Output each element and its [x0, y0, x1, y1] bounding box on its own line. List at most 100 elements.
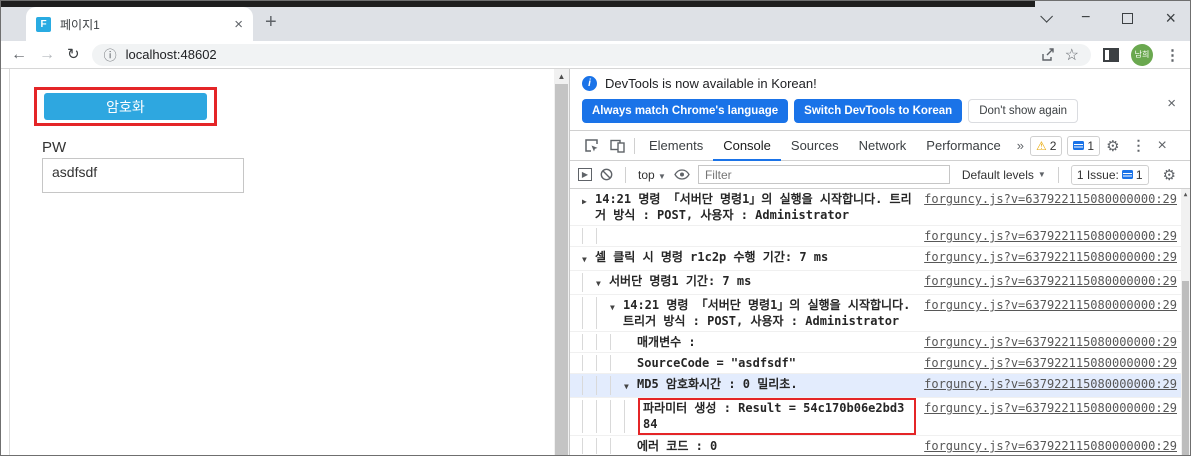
console-scrollbar-thumb[interactable]	[1182, 281, 1189, 455]
source-link[interactable]: forguncy.js?v=637922115080000000:29	[924, 228, 1177, 244]
issues-chip[interactable]: 1 Issue: 1	[1071, 165, 1149, 185]
source-link[interactable]: forguncy.js?v=637922115080000000:29	[924, 334, 1177, 350]
inspect-element-icon[interactable]	[578, 138, 604, 153]
console-row-highlighted: ▼ MD5 암호화시간 : 0 밀리초. forguncy.js?v=63792…	[570, 374, 1181, 398]
source-link[interactable]: forguncy.js?v=637922115080000000:29	[924, 297, 1177, 313]
warnings-badge[interactable]: ⚠ 2	[1030, 136, 1062, 156]
disclosure-icon[interactable]: ▼	[624, 376, 637, 395]
console-scrollbar[interactable]: ▲	[1181, 189, 1190, 455]
log-message: 파라미터 생성 : Result = 54c170b06e2bd384	[638, 400, 924, 433]
messages-badge[interactable]: 1	[1067, 136, 1100, 156]
divider	[634, 138, 635, 154]
source-link[interactable]: forguncy.js?v=637922115080000000:29	[924, 438, 1177, 454]
match-language-button[interactable]: Always match Chrome's language	[582, 99, 788, 123]
encrypt-button[interactable]: 암호화	[44, 93, 207, 120]
devtools-close-icon[interactable]: ×	[1152, 137, 1173, 155]
more-tabs-icon[interactable]: »	[1011, 138, 1030, 153]
address-bar[interactable]: ⓘ localhost:48602 ☆	[92, 44, 1091, 66]
devtools-language-notification: i DevTools is now available in Korean! A…	[570, 69, 1190, 131]
log-message: 서버단 명령1 기간: 7 ms	[609, 273, 924, 289]
tab-sources[interactable]: Sources	[781, 131, 849, 161]
devtools-menu-icon[interactable]: ⋮	[1126, 137, 1152, 154]
disclosure-icon[interactable]: ▶	[582, 191, 595, 210]
log-message: 셀 클릭 시 명령 r1c2p 수행 기간: 7 ms	[595, 249, 924, 265]
warning-icon: ⚠	[1036, 139, 1047, 153]
console-row: 매개변수 : forguncy.js?v=637922115080000000:…	[570, 332, 1181, 353]
page-content: 암호화 PW	[1, 69, 554, 455]
console-row: ▼ 14:21 명령 「서버단 명령1」의 실행을 시작합니다. 트리거 방식 …	[570, 295, 1181, 332]
tab-title: 페이지1	[60, 16, 234, 33]
divider	[625, 167, 626, 183]
minimize-button[interactable]: −	[1081, 9, 1090, 27]
notification-close-icon[interactable]: ×	[1167, 95, 1176, 112]
live-expression-eye-icon[interactable]	[674, 169, 690, 180]
reload-icon[interactable]: ↻	[67, 47, 80, 63]
issue-bubble-icon	[1122, 170, 1133, 179]
log-message: SourceCode = "asdfsdf"	[637, 355, 924, 371]
console-log: ▶ 14:21 명령 「서버단 명령1」의 실행을 시작합니다. 트리거 방식 …	[570, 189, 1190, 455]
scroll-up-icon[interactable]: ▲	[554, 69, 569, 83]
tab-network[interactable]: Network	[849, 131, 917, 161]
browser-menu-icon[interactable]: ⋮	[1165, 46, 1180, 64]
site-info-icon[interactable]: ⓘ	[104, 45, 117, 64]
log-message: 14:21 명령 「서버단 명령1」의 실행을 시작합니다. 트리거 방식 : …	[595, 191, 924, 223]
share-icon[interactable]	[1040, 47, 1056, 63]
source-link[interactable]: forguncy.js?v=637922115080000000:29	[924, 273, 1177, 289]
disclosure-icon[interactable]: ▼	[610, 297, 623, 316]
clear-console-icon[interactable]	[600, 168, 613, 181]
page-grid-line	[9, 69, 10, 455]
tab-search-chevron-icon[interactable]	[1040, 10, 1053, 23]
console-sidebar-icon[interactable]: ▶	[578, 168, 592, 181]
source-link[interactable]: forguncy.js?v=637922115080000000:29	[924, 249, 1177, 265]
page-scrollbar[interactable]: ▲	[554, 69, 569, 455]
browser-tab[interactable]: F 페이지1 ×	[26, 7, 253, 41]
console-row: SourceCode = "asdfsdf" forguncy.js?v=637…	[570, 353, 1181, 374]
info-icon: i	[582, 76, 597, 91]
forward-icon[interactable]: →	[39, 47, 55, 63]
source-link[interactable]: forguncy.js?v=637922115080000000:29	[924, 376, 1177, 392]
maximize-button[interactable]	[1122, 13, 1133, 24]
log-message: 14:21 명령 「서버단 명령1」의 실행을 시작합니다. 트리거 방식 : …	[623, 297, 924, 329]
source-link[interactable]: forguncy.js?v=637922115080000000:29	[924, 191, 1177, 207]
console-row: 에러 코드 : 0 forguncy.js?v=6379221150800000…	[570, 436, 1181, 455]
red-result-highlight-box: 파라미터 생성 : Result = 54c170b06e2bd384	[638, 398, 916, 435]
console-filter-input[interactable]	[698, 165, 950, 184]
context-selector[interactable]: top ▼	[638, 168, 666, 182]
scroll-up-icon[interactable]: ▲	[1181, 189, 1190, 200]
console-settings-icon[interactable]: ⚙	[1157, 166, 1182, 184]
console-toolbar: ▶ top ▼ Default levels ▼ 1 Issue: 1 ⚙	[570, 161, 1190, 189]
log-message: 에러 코드 : 0	[637, 438, 924, 454]
bookmark-star-icon[interactable]: ☆	[1065, 45, 1079, 65]
tab-console[interactable]: Console	[713, 131, 781, 161]
red-highlight-box: 암호화	[34, 87, 217, 126]
disclosure-icon[interactable]: ▼	[582, 249, 595, 268]
tab-performance[interactable]: Performance	[916, 131, 1010, 161]
disclosure-icon[interactable]: ▼	[596, 273, 609, 292]
profile-avatar[interactable]: 남희	[1131, 44, 1153, 66]
side-panel-icon[interactable]	[1103, 48, 1119, 62]
url-text[interactable]: localhost:48602	[126, 47, 1031, 62]
message-bubble-icon	[1073, 141, 1084, 150]
back-icon[interactable]: ←	[11, 47, 27, 63]
tab-close-icon[interactable]: ×	[234, 17, 243, 32]
console-row: ▶ 14:21 명령 「서버단 명령1」의 실행을 시작합니다. 트리거 방식 …	[570, 189, 1181, 226]
favicon-icon: F	[36, 17, 51, 32]
log-message: 매개변수 :	[637, 334, 924, 350]
window-close-button[interactable]: ×	[1165, 8, 1176, 29]
console-row: ▼ 서버단 명령1 기간: 7 ms forguncy.js?v=6379221…	[570, 271, 1181, 295]
source-link[interactable]: forguncy.js?v=637922115080000000:29	[924, 400, 1177, 416]
new-tab-button[interactable]: +	[265, 11, 277, 34]
divider	[1058, 167, 1059, 183]
console-row: 파라미터 생성 : Result = 54c170b06e2bd384 forg…	[570, 398, 1181, 436]
device-toolbar-icon[interactable]	[604, 139, 630, 153]
notification-message: DevTools is now available in Korean!	[605, 76, 817, 91]
source-link[interactable]: forguncy.js?v=637922115080000000:29	[924, 355, 1177, 371]
tab-elements[interactable]: Elements	[639, 131, 713, 161]
page-scrollbar-thumb[interactable]	[555, 84, 568, 455]
dont-show-again-button[interactable]: Don't show again	[968, 99, 1078, 123]
devtools-settings-icon[interactable]: ⚙	[1100, 137, 1125, 155]
nav-toolbar: ← → ↻ ⓘ localhost:48602 ☆ 남희 ⋮	[1, 41, 1190, 69]
log-levels-dropdown[interactable]: Default levels ▼	[962, 168, 1046, 182]
pw-input[interactable]	[42, 158, 244, 193]
switch-korean-button[interactable]: Switch DevTools to Korean	[794, 99, 962, 123]
